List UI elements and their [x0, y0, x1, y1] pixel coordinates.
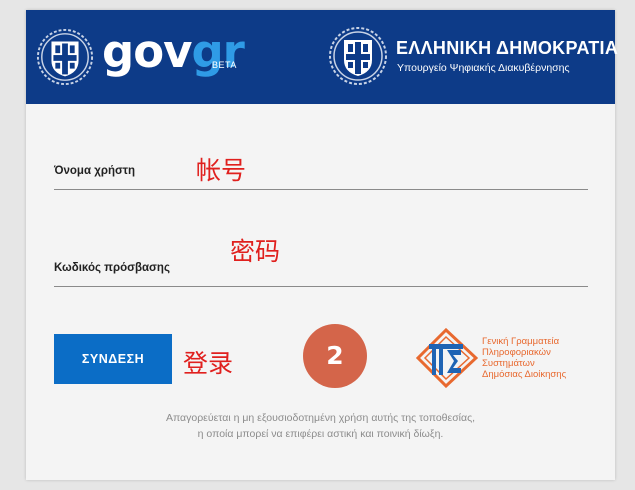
annotation-login: 登录: [183, 349, 234, 378]
header-bar: govgr BETA ΕΛΛΗΝΙΚΗ ΔΗΜΟΚΡΑΤΙΑ Υπουργείο…: [26, 10, 619, 104]
disclaimer-line-1: Απαγορεύεται η μη εξουσιοδοτημένη χρήση …: [165, 412, 476, 424]
annotation-username: 帐号: [196, 156, 247, 185]
ministry-name: Υπουργείο Ψηφιακής Διακυβέρνησης: [397, 62, 570, 74]
step-number-badge: 2: [303, 324, 367, 388]
republic-title: ΕΛΛΗΝΙΚΗ ΔΗΜΟΚΡΑΤΙΑ: [396, 38, 619, 58]
annotation-password: 密码: [230, 237, 281, 266]
disclaimer-line-2: η οποία μπορεί να επιφέρει αστική και πο…: [197, 428, 444, 440]
gsis-line: Πληροφοριακών: [482, 347, 551, 358]
logo-gr: gr: [191, 25, 244, 78]
login-page: govgr BETA ΕΛΛΗΝΙΚΗ ΔΗΜΟΚΡΑΤΙΑ Υπουργείο…: [26, 10, 619, 480]
gsis-line: Δημόσιας Διοίκησης: [482, 369, 567, 380]
username-input[interactable]: [54, 167, 588, 190]
greek-coat-of-arms-icon: [36, 28, 94, 86]
greek-coat-of-arms-icon: [329, 27, 387, 85]
gsis-line: Συστημάτων: [482, 358, 535, 369]
password-input[interactable]: [54, 264, 588, 287]
gsis-line: Γενική Γραμματεία: [482, 336, 560, 347]
gsis-logo-icon: [416, 328, 478, 388]
govgr-logo[interactable]: govgr: [102, 22, 245, 82]
gsis-name: Γενική Γραμματεία Πληροφοριακών Συστημάτ…: [482, 336, 566, 380]
beta-badge: BETA: [212, 60, 237, 70]
login-button[interactable]: ΣΥΝΔΕΣΗ: [54, 334, 172, 384]
logo-gov: gov: [102, 25, 192, 78]
